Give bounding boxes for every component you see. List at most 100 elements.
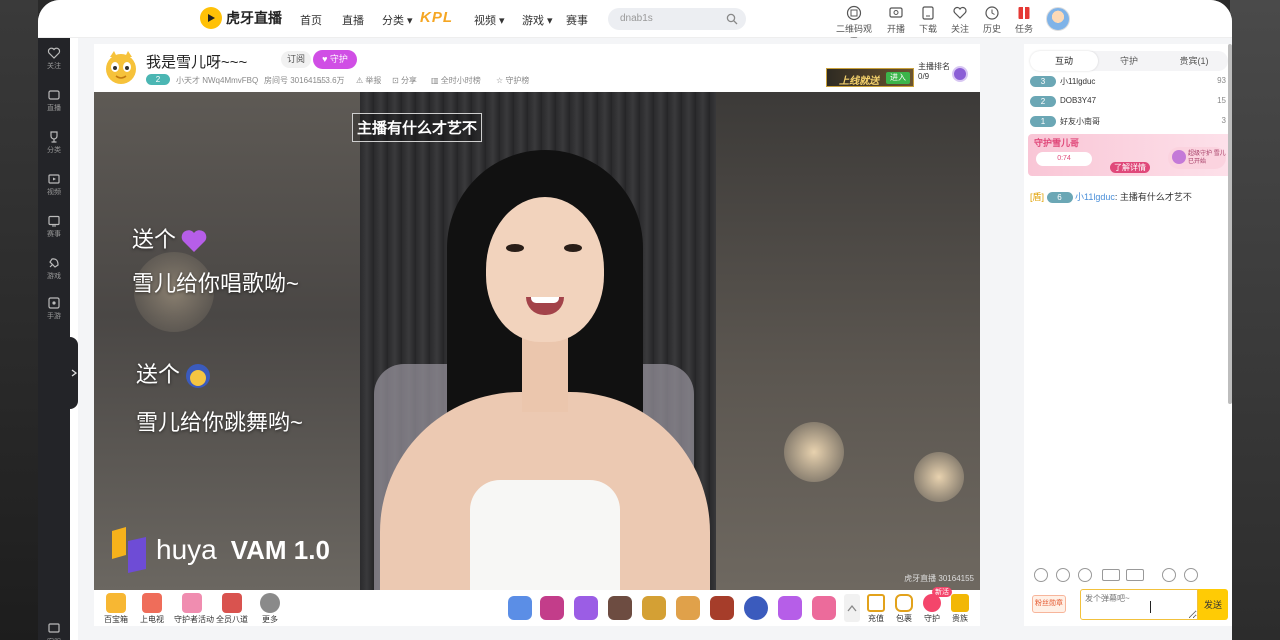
- download-icon: [922, 6, 934, 20]
- gift-item[interactable]: [812, 596, 836, 620]
- sidebar-item-follow[interactable]: 关注: [38, 46, 70, 71]
- nav-category[interactable]: 分类 ▾: [382, 12, 413, 28]
- nav-home[interactable]: 首页: [300, 12, 322, 28]
- logo-text: 虎牙直播: [226, 10, 282, 26]
- voice-icon[interactable]: [1162, 568, 1176, 582]
- on-tv-button[interactable]: 上电视: [134, 593, 170, 625]
- chat-input[interactable]: [1080, 589, 1198, 620]
- streamer-face: [486, 197, 604, 342]
- chat-message-user[interactable]: 小11lgduc: [1075, 192, 1115, 202]
- sidebar-label-follow: 关注: [47, 63, 61, 70]
- gift-item[interactable]: [710, 596, 734, 620]
- sidebar-item-mobile-games[interactable]: 手游: [38, 296, 70, 321]
- gift-item[interactable]: [540, 596, 564, 620]
- guard-promo-banner[interactable]: 守护雪儿哥 0:74 了解详情 超级守护 雪儿已开始: [1028, 134, 1232, 176]
- nav-games[interactable]: 游戏 ▾: [522, 12, 553, 28]
- page-scrollbar[interactable]: [1228, 44, 1232, 404]
- guard-medal-icon: [1172, 150, 1186, 164]
- sidebar-item-games[interactable]: 游戏: [38, 256, 70, 281]
- package-button[interactable]: 包裹: [890, 594, 918, 624]
- nav-video[interactable]: 视频 ▾: [474, 12, 505, 28]
- overlay-text-1: 送个: [132, 222, 209, 256]
- overlay-text-3: 送个: [136, 357, 213, 391]
- chevron-up-icon: [847, 604, 857, 612]
- event-ad-banner[interactable]: 上线就送 进入: [826, 68, 914, 87]
- nav-live[interactable]: 直播: [342, 12, 364, 28]
- guard-rank-link[interactable]: ☆ 守护榜: [496, 75, 529, 86]
- fan-medal-badge[interactable]: 粉丝勋章: [1032, 595, 1066, 613]
- huya-logo[interactable]: 虎牙直播: [200, 7, 282, 29]
- fan-icon[interactable]: [1078, 568, 1092, 582]
- service-icon: [48, 623, 60, 633]
- more-button[interactable]: 更多: [252, 593, 288, 625]
- video-background-right: [716, 92, 980, 590]
- video-player[interactable]: 主播有什么才艺不 送个 雪儿给你唱歌呦~ 送个 雪儿给你跳舞哟~ huya VA…: [94, 92, 980, 590]
- nav-kpl-logo[interactable]: KPL: [420, 9, 453, 26]
- tasks-button[interactable]: 任务: [1004, 5, 1044, 35]
- nav-events[interactable]: 赛事: [566, 12, 588, 28]
- package-label: 包裹: [896, 614, 912, 623]
- streamer-avatar[interactable]: [104, 49, 138, 87]
- tab-interact[interactable]: 互动: [1030, 51, 1098, 71]
- guard-button[interactable]: ♥ 守护: [313, 50, 357, 69]
- gift-item[interactable]: [508, 596, 532, 620]
- emoji-icon[interactable]: [1034, 568, 1048, 582]
- streamer-eye: [506, 244, 524, 252]
- guard-gift-button[interactable]: 守护: [918, 594, 946, 624]
- subscribe-button[interactable]: 订阅: [281, 51, 311, 68]
- search-input[interactable]: dnab1s: [620, 13, 653, 24]
- crown-icon: [951, 594, 969, 612]
- purple-heart-icon[interactable]: [778, 596, 802, 620]
- report-link[interactable]: ⚠ 举报: [356, 75, 381, 86]
- sidebar-item-video[interactable]: 视频: [38, 172, 70, 197]
- gamepad-icon: [48, 297, 60, 309]
- chat-message-level: 6: [1046, 192, 1073, 204]
- tab-vip[interactable]: 贵宾(1): [1160, 51, 1228, 71]
- hourly-rank-link[interactable]: ▥ 全时小时榜: [431, 75, 481, 86]
- desktop-background-left: [0, 0, 38, 640]
- guard-learn-more-button[interactable]: 了解详情: [1110, 162, 1150, 173]
- streamer-top: [470, 480, 620, 590]
- top-navigation: 虎牙直播 首页 直播 分类 ▾ KPL 视频 ▾ 游戏 ▾ 赛事 dnab1s …: [38, 0, 1232, 47]
- sidebar-item-category[interactable]: 分类: [38, 130, 70, 155]
- rank-row[interactable]: 2 DOB3Y47 15: [1030, 94, 1232, 110]
- noble-button[interactable]: 贵族: [946, 594, 974, 624]
- streamer-rank[interactable]: 主播排名 0/9: [918, 62, 950, 82]
- moon-gift-icon[interactable]: [744, 596, 768, 620]
- sidebar-item-service[interactable]: 客服: [38, 622, 70, 640]
- settings-icon[interactable]: [1184, 568, 1198, 582]
- treasure-box-label: 百宝箱: [104, 615, 128, 624]
- expand-gifts-button[interactable]: [844, 594, 860, 622]
- guard-event-button[interactable]: 守护者活动: [174, 593, 214, 625]
- tab-guard[interactable]: 守护: [1098, 51, 1160, 71]
- send-button[interactable]: 发送: [1198, 589, 1228, 620]
- sidebar-item-live[interactable]: 直播: [38, 88, 70, 113]
- report-label: 举报: [365, 76, 382, 85]
- search-icon[interactable]: [726, 13, 738, 25]
- recharge-button[interactable]: 充值: [862, 594, 890, 624]
- camera-icon: [889, 7, 903, 18]
- ad-enter-button[interactable]: 进入: [886, 72, 910, 84]
- chat-message-tag: [盾]: [1030, 192, 1045, 202]
- sidebar-label-events: 赛事: [47, 231, 61, 238]
- user-avatar[interactable]: [1046, 7, 1070, 31]
- gift-item[interactable]: [642, 596, 666, 620]
- castle-icon: [222, 593, 242, 613]
- sidebar-item-events[interactable]: 赛事: [38, 214, 70, 239]
- rank-row[interactable]: 3 小11lgduc 93: [1030, 74, 1232, 90]
- gift-item[interactable]: [574, 596, 598, 620]
- all-member-button[interactable]: 全员八道: [214, 593, 250, 625]
- hot-word-icon[interactable]: [1126, 569, 1144, 581]
- barrage-style-icon[interactable]: [1102, 569, 1120, 581]
- left-sidebar: 关注 直播 分类 视频 赛事 游戏 手游 客服: [38, 38, 70, 640]
- gift-item[interactable]: [676, 596, 700, 620]
- gift-item[interactable]: [608, 596, 632, 620]
- sidebar-collapse-handle[interactable]: [70, 337, 78, 409]
- wallet-icon: [867, 594, 885, 612]
- search-box[interactable]: dnab1s: [608, 8, 746, 30]
- sticker-icon[interactable]: [1056, 568, 1070, 582]
- rank-row[interactable]: 1 好友小南哥 3: [1030, 114, 1232, 130]
- bag-icon: [895, 594, 913, 612]
- treasure-box-button[interactable]: 百宝箱: [98, 593, 134, 625]
- share-link[interactable]: ⊡ 分享: [392, 75, 417, 86]
